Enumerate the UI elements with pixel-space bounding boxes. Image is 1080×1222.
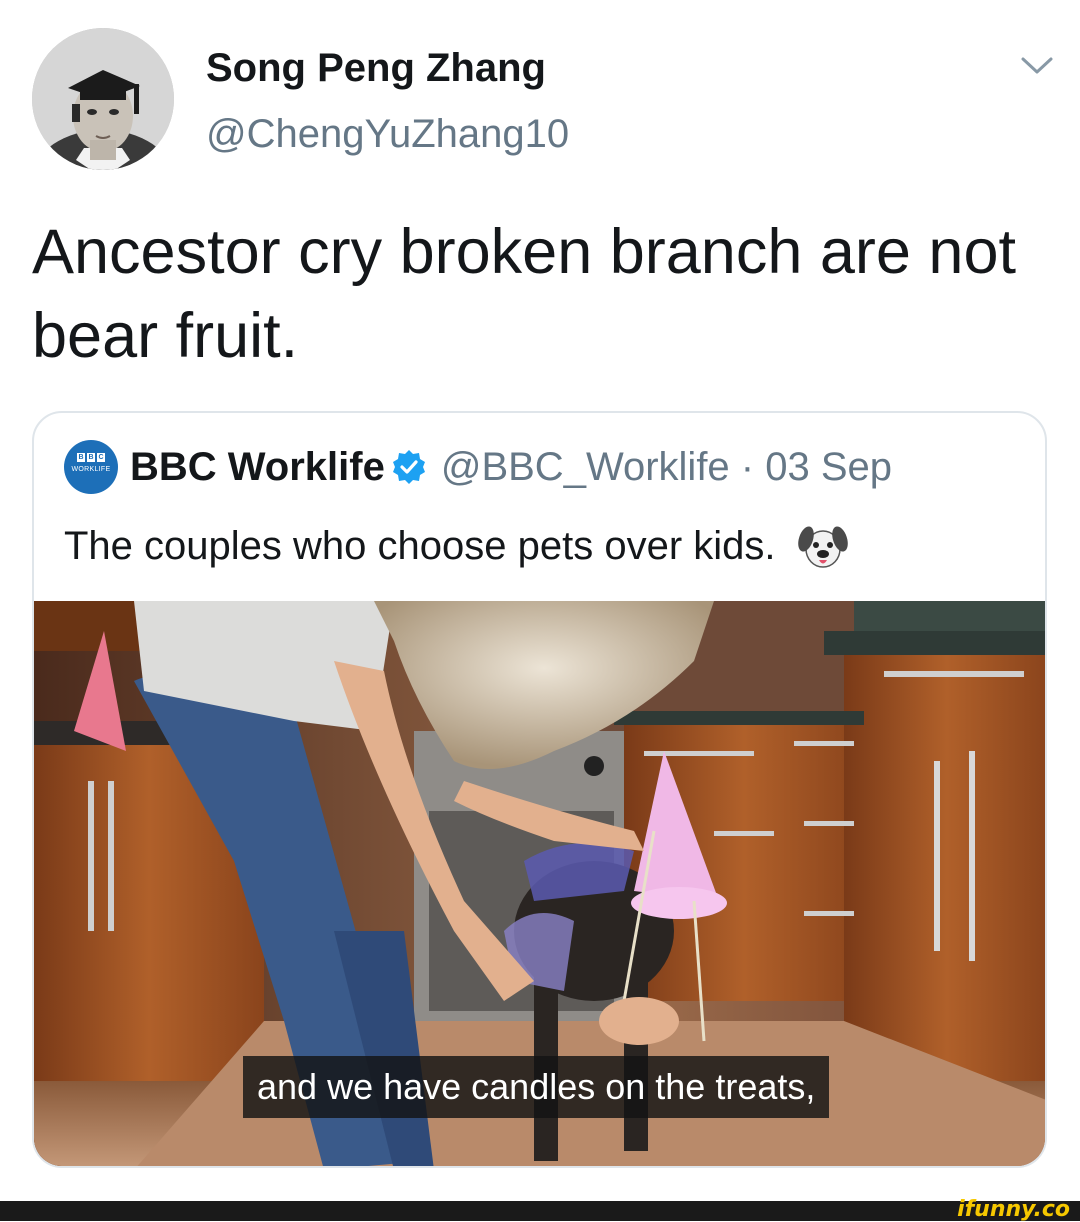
bbc-logo-letter: C — [97, 453, 105, 462]
quoted-tweet-header: B B C WORKLIFE BBC Worklife @BBC_Worklif… — [64, 440, 892, 494]
quoted-tweet-card[interactable]: B B C WORKLIFE BBC Worklife @BBC_Worklif… — [32, 411, 1047, 1168]
author-display-name[interactable]: Song Peng Zhang — [206, 44, 546, 92]
author-handle[interactable]: @ChengYuZhang10 — [206, 110, 569, 158]
bbc-worklife-logo[interactable]: B B C WORKLIFE — [64, 440, 118, 494]
dog-face-icon — [797, 526, 848, 568]
quoted-tweet-text-row: The couples who choose pets over kids. — [64, 519, 849, 572]
ifunny-watermark: ifunny.co — [957, 1197, 1070, 1222]
chevron-down-icon[interactable] — [1020, 54, 1054, 78]
author-avatar[interactable] — [32, 28, 174, 170]
bbc-logo-letter: B — [87, 453, 95, 462]
quoted-account-name[interactable]: BBC Worklife — [130, 445, 385, 490]
video-caption: and we have candles on the treats, — [243, 1056, 830, 1118]
watermark-bar: ifunny.co — [0, 1197, 1080, 1222]
tweet-text: Ancestor cry broken branch are not bear … — [32, 217, 1017, 371]
quoted-tweet-text: The couples who choose pets over kids. — [64, 524, 776, 568]
portrait-avatar-icon — [32, 28, 174, 170]
quoted-tweet-video[interactable]: and we have candles on the treats, — [34, 601, 1045, 1166]
bbc-logo-blocks: B B C — [77, 453, 105, 462]
bbc-logo-letter: B — [77, 453, 85, 462]
verified-badge-icon — [392, 450, 425, 484]
bbc-logo-subtitle: WORKLIFE — [71, 466, 111, 473]
quoted-handle-and-date[interactable]: @BBC_Worklife · 03 Sep — [441, 445, 892, 490]
